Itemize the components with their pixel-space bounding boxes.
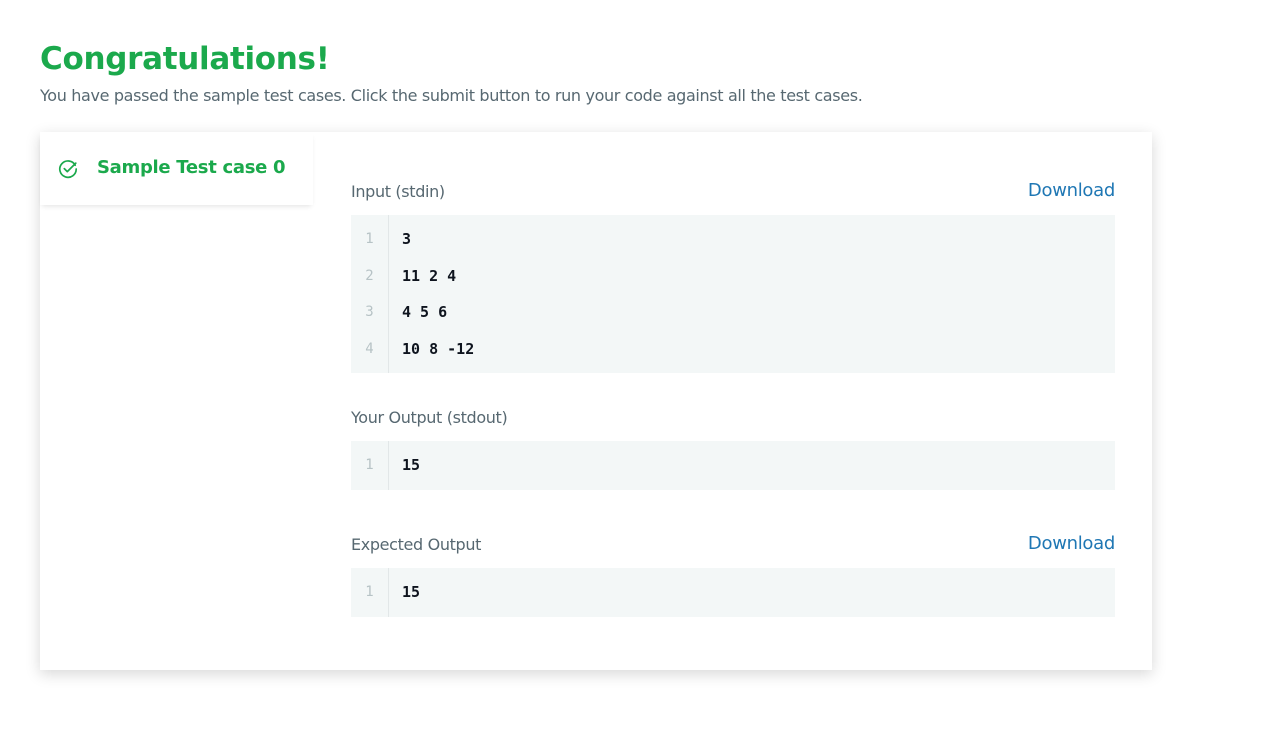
expected-output-download-link[interactable]: Download (1028, 532, 1115, 556)
code-line: 1 3 (351, 221, 1115, 258)
input-download-link[interactable]: Download (1028, 179, 1115, 203)
line-text: 11 2 4 (402, 266, 457, 285)
line-text: 15 (402, 583, 421, 602)
expected-output-label: Expected Output (351, 535, 482, 554)
result-page: Congratulations! You have passed the sam… (0, 0, 1261, 740)
check-circle-icon (58, 160, 78, 179)
your-output-section-header: Your Output (stdout) (351, 407, 1115, 441)
input-section: Input (stdin) Download 1 3 2 11 2 4 3 4 … (351, 179, 1115, 373)
code-line: 3 4 5 6 (351, 294, 1115, 331)
line-number: 1 (365, 584, 374, 601)
expected-output-section-header: Expected Output Download (351, 532, 1115, 568)
line-number: 4 (365, 340, 374, 357)
input-label: Input (stdin) (351, 182, 445, 201)
input-section-header: Input (stdin) Download (351, 179, 1115, 215)
code-line: 1 15 (351, 574, 1115, 611)
your-output-label: Your Output (stdout) (351, 408, 508, 427)
test-case-card: Sample Test case 0 Input (stdin) Downloa… (40, 132, 1152, 670)
expected-output-code-block: 1 15 (351, 568, 1115, 617)
line-number: 2 (365, 267, 374, 284)
input-code-block: 1 3 2 11 2 4 3 4 5 6 4 10 8 -12 (351, 215, 1115, 373)
line-text: 3 (402, 230, 412, 249)
line-text: 15 (402, 456, 421, 475)
code-line: 1 15 (351, 447, 1115, 484)
page-subtitle: You have passed the sample test cases. C… (40, 86, 863, 105)
code-line: 4 10 8 -12 (351, 331, 1115, 368)
expected-output-section: Expected Output Download 1 15 (351, 532, 1115, 617)
line-number: 1 (365, 231, 374, 248)
line-text: 10 8 -12 (402, 339, 475, 358)
tab-label: Sample Test case 0 (97, 157, 286, 178)
your-output-section: Your Output (stdout) 1 15 (351, 407, 1115, 490)
tab-sample-test-case-0[interactable]: Sample Test case 0 (40, 132, 313, 205)
page-title: Congratulations! (40, 41, 330, 77)
line-text: 4 5 6 (402, 303, 448, 322)
your-output-code-block: 1 15 (351, 441, 1115, 490)
code-line: 2 11 2 4 (351, 258, 1115, 295)
line-number: 3 (365, 304, 374, 321)
line-number: 1 (365, 457, 374, 474)
